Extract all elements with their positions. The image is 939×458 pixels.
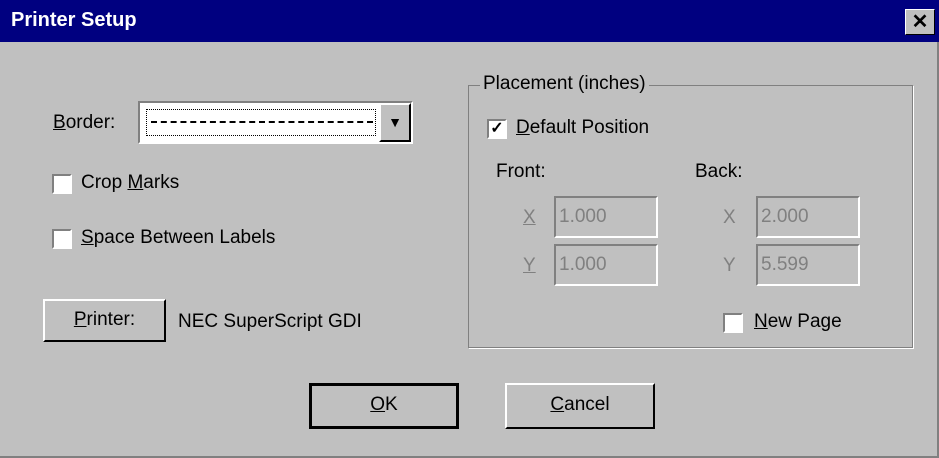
- front-y-field[interactable]: 1.000: [554, 244, 658, 286]
- front-label: Front:: [496, 161, 546, 182]
- back-x-label: X: [723, 207, 736, 228]
- default-position-checkbox[interactable]: ✓: [487, 119, 507, 139]
- placement-legend: Placement (inches): [480, 73, 649, 95]
- ok-button[interactable]: OK: [309, 383, 459, 429]
- dropdown-arrow-icon: ▼: [388, 114, 402, 130]
- back-y-field[interactable]: 5.599: [756, 244, 860, 286]
- cancel-button[interactable]: Cancel: [505, 383, 655, 429]
- border-dropdown-button[interactable]: ▼: [379, 103, 411, 142]
- default-position-label[interactable]: Default Position: [516, 117, 649, 139]
- new-page-checkbox[interactable]: [723, 313, 743, 333]
- space-between-labels-label[interactable]: Space Between Labels: [81, 227, 275, 249]
- title-bar: [0, 0, 939, 42]
- front-x-label: X: [523, 207, 536, 228]
- dashed-line-sample: [151, 121, 373, 123]
- back-x-field[interactable]: 2.000: [756, 196, 860, 238]
- printer-button[interactable]: Printer:: [43, 299, 166, 342]
- border-select[interactable]: ▼: [138, 101, 413, 144]
- close-button[interactable]: ✕: [905, 9, 935, 35]
- border-selected-value: [146, 109, 376, 136]
- window-title: Printer Setup: [11, 9, 137, 31]
- close-icon: ✕: [911, 11, 929, 33]
- crop-marks-checkbox[interactable]: [52, 174, 72, 194]
- front-x-field[interactable]: 1.000: [554, 196, 658, 238]
- printer-name: NEC SuperScript GDI: [178, 311, 362, 332]
- back-y-label: Y: [723, 255, 736, 276]
- border-label: Border:: [53, 112, 116, 133]
- space-between-labels-checkbox[interactable]: [52, 229, 72, 249]
- checkmark-icon: ✓: [490, 120, 504, 137]
- new-page-label[interactable]: New Page: [754, 311, 842, 333]
- front-y-label: Y: [523, 255, 536, 276]
- crop-marks-label[interactable]: Crop Marks: [81, 172, 179, 194]
- back-label: Back:: [695, 161, 743, 182]
